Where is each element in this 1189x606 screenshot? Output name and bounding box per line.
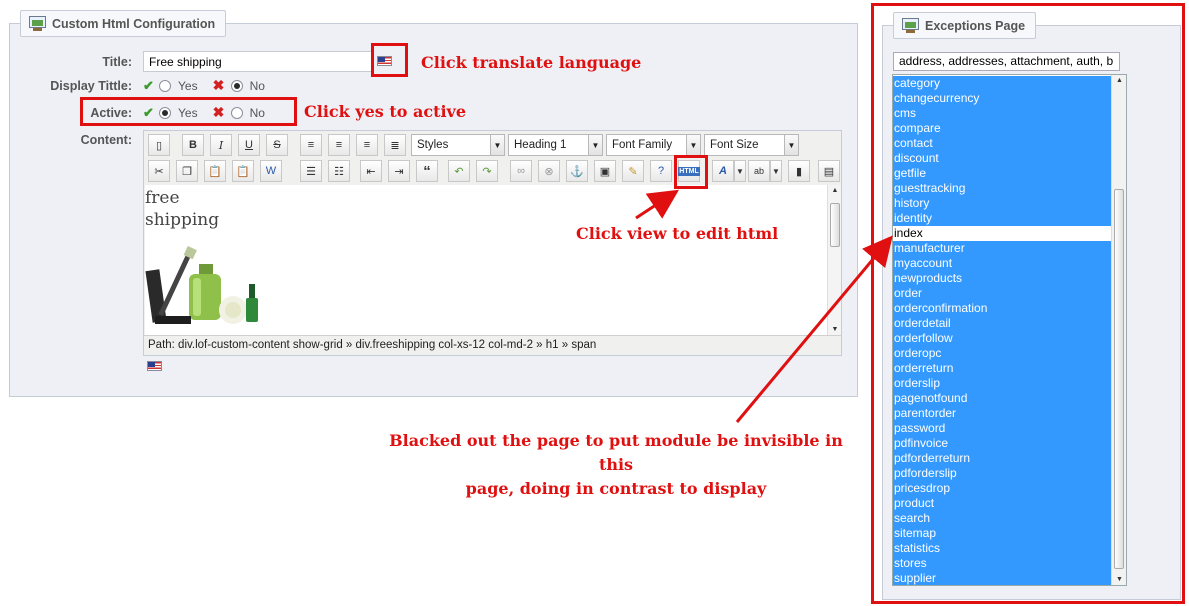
content-label: Content: [80,133,132,147]
editor-content-text: free shipping [145,188,220,230]
annotation-edit-html: Click view to edit html [576,224,779,243]
annotation-exceptions: Blacked out the page to put module be in… [389,431,843,498]
cleanup-icon[interactable]: ✎ [622,160,644,182]
highlight-dropdown-icon[interactable]: ▼ [770,160,782,182]
italic-button[interactable]: I [210,134,232,156]
editor-path-bar: Path: div.lof-custom-content show-grid »… [144,335,841,355]
display-title-yes-label: Yes [178,78,198,93]
strikethrough-button[interactable]: S [266,134,288,156]
redo-icon[interactable]: ↷ [476,160,498,182]
paste-text-icon[interactable]: 📋 [232,160,254,182]
display-title-no-radio[interactable] [230,79,243,92]
annotation-translate: Click translate language [421,53,642,72]
product-image [145,245,258,324]
font-size-dropdown[interactable]: Font Size ▼ [704,134,799,156]
undo-icon[interactable]: ↶ [448,160,470,182]
media-icon[interactable]: ▮ [788,160,810,182]
display-title-yes-radio[interactable] [159,79,171,92]
align-left-button[interactable]: ≡ [300,134,322,156]
display-title-label: Display Tittle: [50,79,132,93]
translate-highlight-box [371,43,408,77]
editor-content-area[interactable]: free shipping [145,185,829,335]
heading-dropdown[interactable]: Heading 1 ▼ [508,134,603,156]
display-title-options: ✔ Yes ✖ No [143,77,265,94]
font-family-dropdown[interactable]: Font Family ▼ [606,134,701,156]
cut-icon[interactable]: ✂ [148,160,170,182]
text-color-icon[interactable]: A [712,160,734,182]
active-highlight-box [80,97,297,126]
display-title-no-label: No [249,78,265,93]
annotation-active: Click yes to active [304,102,467,121]
html-highlight-box [674,155,708,189]
bold-button[interactable]: B [182,134,204,156]
exceptions-highlight-box [871,3,1185,604]
outdent-icon[interactable]: ⇤ [360,160,382,182]
config-legend: Custom Html Configuration [20,10,227,37]
underline-button[interactable]: U [238,134,260,156]
anchor-icon[interactable]: ⚓ [566,160,588,182]
link-icon[interactable]: ∞ [510,160,532,182]
flag-us-icon[interactable] [147,361,162,371]
blockquote-icon[interactable]: “ [416,160,438,182]
align-right-button[interactable]: ≡ [356,134,378,156]
template-icon[interactable]: ▤ [818,160,840,182]
legend-icon [29,16,46,31]
image-icon[interactable]: ▣ [594,160,616,182]
bullet-list-icon[interactable]: ☰ [300,160,322,182]
unlink-icon[interactable]: ⊗ [538,160,560,182]
indent-icon[interactable]: ⇥ [388,160,410,182]
paste-icon[interactable]: 📋 [204,160,226,182]
copy-icon[interactable]: ❐ [176,160,198,182]
x-icon: ✖ [212,77,225,93]
numbered-list-icon[interactable]: ☷ [328,160,350,182]
paste-word-icon[interactable]: W [260,160,282,182]
styles-dropdown[interactable]: Styles ▼ [411,134,505,156]
editor-scrollbar[interactable]: ▲ ▼ [827,185,841,335]
title-input[interactable] [143,51,372,72]
align-center-button[interactable]: ≡ [328,134,350,156]
config-legend-text: Custom Html Configuration [52,16,216,31]
title-label: Title: [102,55,132,69]
align-justify-button[interactable]: ≣ [384,134,406,156]
help-icon[interactable]: ? [650,160,672,182]
text-color-dropdown-icon[interactable]: ▼ [734,160,746,182]
new-document-button[interactable]: ▯ [148,134,170,156]
highlight-color-icon[interactable]: ab [748,160,770,182]
check-icon: ✔ [143,77,154,93]
